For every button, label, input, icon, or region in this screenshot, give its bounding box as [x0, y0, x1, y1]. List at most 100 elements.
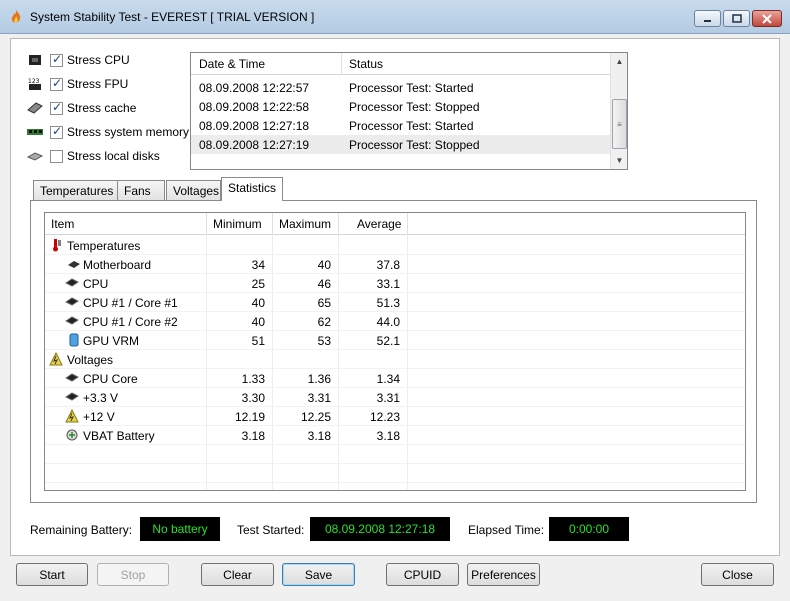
log-row[interactable]: 08.09.2008 12:27:19 Processor Test: Stop…	[191, 135, 611, 154]
stress-cache-option[interactable]: ✓ Stress cache	[26, 99, 136, 117]
stress-cpu-label: Stress CPU	[67, 53, 130, 67]
stat-min: 40	[251, 315, 265, 329]
elapsed-time-display: 0:00:00	[549, 517, 629, 541]
minimize-button[interactable]	[694, 10, 721, 27]
stat-label: +12 V	[83, 410, 115, 424]
stress-fpu-option[interactable]: 123 ✓ Stress FPU	[26, 75, 128, 93]
log-column-datetime[interactable]: Date & Time	[199, 57, 265, 71]
stress-memory-option[interactable]: ✓ Stress system memory	[26, 123, 189, 141]
stress-memory-checkbox[interactable]: ✓	[50, 123, 63, 139]
stat-avg: 12.23	[369, 410, 400, 424]
stat-label: CPU Core	[83, 372, 138, 386]
stop-button[interactable]: Stop	[97, 563, 169, 586]
log-row[interactable]: 08.09.2008 12:22:58 Processor Test: Stop…	[191, 97, 611, 116]
cpu-icon	[65, 316, 79, 325]
cache-icon	[27, 102, 43, 114]
stat-min: 1.33	[241, 372, 265, 386]
stat-label: VBAT Battery	[83, 429, 155, 443]
log-datetime: 08.09.2008 12:27:19	[199, 138, 310, 152]
log-row[interactable]: 08.09.2008 12:27:18 Processor Test: Star…	[191, 116, 611, 135]
stress-disks-checkbox[interactable]	[50, 149, 63, 163]
stat-label: +3.3 V	[83, 391, 119, 405]
stat-min: 25	[251, 277, 265, 291]
log-column-status[interactable]: Status	[349, 57, 383, 71]
cpu-chip-icon	[29, 55, 41, 65]
stat-row[interactable]: GPU VRM 51 53 52.1	[45, 331, 745, 350]
stat-label: CPU	[83, 277, 109, 291]
save-button[interactable]: Save	[282, 563, 355, 586]
stat-max: 46	[317, 277, 331, 291]
column-item[interactable]: Item	[51, 217, 74, 231]
stat-row[interactable]: CPU #1 / Core #1 40 65 51.3	[45, 293, 745, 312]
stat-label: Motherboard	[83, 258, 152, 272]
stat-max: 1.36	[307, 372, 331, 386]
checkmark-icon: ✓	[52, 123, 63, 138]
scroll-up-icon[interactable]: ▲	[611, 53, 628, 70]
stat-row[interactable]: CPU #1 / Core #2 40 62 44.0	[45, 312, 745, 331]
log-status: Processor Test: Stopped	[349, 100, 480, 114]
tab-temperatures[interactable]: Temperatures	[33, 180, 118, 200]
stat-label: CPU #1 / Core #2	[83, 315, 178, 329]
tab-voltages[interactable]: Voltages	[166, 180, 221, 200]
stat-row[interactable]: Motherboard 34 40 37.8	[45, 255, 745, 274]
stat-row[interactable]: CPU Core 1.33 1.36 1.34	[45, 369, 745, 388]
statistics-table[interactable]: Item Minimum Maximum Average Temperature…	[44, 212, 746, 491]
column-minimum[interactable]: Minimum	[213, 217, 262, 231]
start-button[interactable]: Start	[16, 563, 88, 586]
event-log-list[interactable]: Date & Time Status 08.09.2008 12:22:57 P…	[190, 52, 628, 170]
svg-text:123: 123	[28, 78, 40, 85]
gpu-icon	[69, 333, 79, 347]
stress-cache-checkbox[interactable]: ✓	[50, 99, 63, 115]
group-row-temperatures[interactable]: Temperatures	[45, 236, 745, 255]
stat-label: GPU VRM	[83, 334, 140, 348]
stat-row[interactable]: VBAT Battery 3.18 3.18 3.18	[45, 426, 745, 445]
tab-statistics[interactable]: Statistics	[221, 177, 283, 201]
preferences-button[interactable]: Preferences	[467, 563, 540, 586]
log-row[interactable]: 08.09.2008 12:22:57 Processor Test: Star…	[191, 78, 611, 97]
stress-fpu-checkbox[interactable]: ✓	[50, 76, 63, 91]
stat-min: 3.18	[241, 429, 265, 443]
stat-max: 65	[317, 296, 331, 310]
group-label: Voltages	[67, 353, 114, 367]
group-row-voltages[interactable]: Voltages	[45, 350, 745, 369]
checkmark-icon: ✓	[52, 99, 63, 114]
column-average[interactable]: Average	[357, 217, 401, 231]
stat-avg: 44.0	[376, 315, 400, 329]
voltage-warning-icon	[65, 409, 79, 423]
empty-row	[45, 464, 745, 483]
stat-min: 3.30	[241, 391, 265, 405]
log-datetime: 08.09.2008 12:22:57	[199, 81, 310, 95]
cpuid-button[interactable]: CPUID	[386, 563, 459, 586]
stress-cache-label: Stress cache	[67, 101, 137, 115]
column-maximum[interactable]: Maximum	[279, 217, 331, 231]
stat-row[interactable]: CPU 25 46 33.1	[45, 274, 745, 293]
cpu-icon	[65, 373, 79, 382]
scroll-down-icon[interactable]: ▼	[611, 152, 628, 169]
stat-avg: 51.3	[376, 296, 400, 310]
window-title: System Stability Test - EVEREST [ TRIAL …	[30, 10, 315, 24]
stress-disks-option[interactable]: Stress local disks	[26, 147, 160, 165]
stress-cpu-checkbox[interactable]: ✓	[50, 52, 63, 67]
close-button[interactable]: Close	[701, 563, 774, 586]
log-status: Processor Test: Started	[349, 119, 474, 133]
stat-min: 51	[251, 334, 265, 348]
elapsed-time-label: Elapsed Time:	[468, 523, 545, 537]
log-scrollbar[interactable]: ▲ ≡ ▼	[610, 53, 627, 169]
stat-row[interactable]: +12 V 12.19 12.25 12.23	[45, 407, 745, 426]
stat-min: 34	[251, 258, 265, 272]
stress-fpu-label: Stress FPU	[67, 77, 129, 91]
tab-fans[interactable]: Fans	[117, 180, 165, 200]
stat-row[interactable]: +3.3 V 3.30 3.31 3.31	[45, 388, 745, 407]
fpu-icon: 123	[28, 78, 41, 90]
stat-min: 40	[251, 296, 265, 310]
remaining-battery-label: Remaining Battery:	[30, 523, 133, 537]
stress-cpu-option[interactable]: ✓ Stress CPU	[26, 51, 130, 69]
maximize-button[interactable]	[723, 10, 750, 27]
close-window-button[interactable]	[752, 10, 782, 27]
stat-max: 3.31	[307, 391, 331, 405]
scrollbar-thumb[interactable]: ≡	[612, 99, 627, 149]
title-bar[interactable]: System Stability Test - EVEREST [ TRIAL …	[0, 0, 790, 34]
stat-max: 53	[317, 334, 331, 348]
maximize-icon	[731, 14, 742, 23]
clear-button[interactable]: Clear	[201, 563, 274, 586]
